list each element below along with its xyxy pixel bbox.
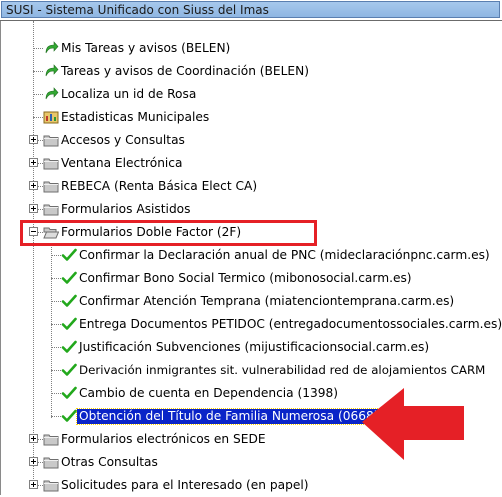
window-title: SUSI - Sistema Unificado con Siuss del I…	[6, 3, 269, 17]
tree-child-declaracion-pnc[interactable]: Confirmar la Declaración anual de PNC (m…	[51, 244, 492, 266]
tree-item-tareas-coordinacion[interactable]: Tareas y avisos de Coordinación (BELEN)	[33, 60, 311, 82]
tree-item-label: Justificación Subvenciones (mijustificac…	[79, 339, 430, 354]
tree-item-label: Estadisticas Municipales	[61, 109, 210, 124]
tree-connector	[51, 324, 61, 325]
green-check-icon	[61, 408, 77, 424]
tree-item-label: Otras Consultas	[61, 454, 158, 469]
expand-icon[interactable]	[29, 480, 38, 489]
tree-connector	[33, 117, 43, 118]
tree-connector	[51, 347, 61, 348]
tree-child-petidoc[interactable]: Entrega Documentos PETIDOC (entregadocum…	[51, 313, 502, 335]
tree-connector	[51, 278, 61, 279]
tree-item-mis-tareas[interactable]: Mis Tareas y avisos (BELEN)	[33, 37, 232, 59]
tree-child-familia-numerosa[interactable]: Obtención del Título de Familia Numerosa…	[51, 405, 382, 427]
green-check-icon	[61, 293, 77, 309]
tree-item-formularios-sede[interactable]: Formularios electrónicos en SEDE	[25, 428, 268, 450]
folder-icon	[43, 431, 59, 447]
tree-child-derivacion[interactable]: Derivación inmigrantes sit. vulnerabilid…	[51, 359, 487, 381]
tree-item-label: Derivación inmigrantes sit. vulnerabilid…	[79, 362, 486, 377]
tree-item-label: Cambio de cuenta en Dependencia (1398)	[79, 385, 339, 400]
folder-icon	[43, 132, 59, 148]
tree-item-label: REBECA (Renta Básica Elect CA)	[61, 178, 258, 193]
tree-connector	[33, 71, 43, 72]
tree-item-label: Entrega Documentos PETIDOC (entregadocum…	[79, 316, 502, 331]
tree-item-label: Tareas y avisos de Coordinación (BELEN)	[61, 63, 309, 78]
tree-item-solicitudes[interactable]: Solicitudes para el Interesado (en papel…	[25, 474, 310, 496]
tree-item-label: Formularios electrónicos en SEDE	[61, 431, 266, 446]
expand-icon[interactable]	[29, 434, 38, 443]
green-check-icon	[61, 385, 77, 401]
expand-icon[interactable]	[29, 135, 38, 144]
tree-item-label: Solicitudes para el Interesado (en papel…	[61, 477, 309, 492]
green-check-icon	[61, 339, 77, 355]
folder-icon	[43, 178, 59, 194]
green-arrow-icon	[43, 86, 59, 102]
green-check-icon	[61, 316, 77, 332]
tree-item-label: Localiza un id de Rosa	[61, 86, 197, 101]
tree-item-ventana[interactable]: Ventana Electrónica	[25, 152, 184, 174]
tree-connector	[51, 416, 61, 417]
tree-connector	[51, 370, 61, 371]
tree-item-accesos[interactable]: Accesos y Consultas	[25, 129, 187, 151]
titlebar-bg: SUSI - Sistema Unificado con Siuss del I…	[1, 1, 500, 18]
tree-connector	[51, 301, 61, 302]
tree-item-label: Formularios Asistidos	[61, 201, 191, 216]
folder-icon	[43, 155, 59, 171]
expand-icon[interactable]	[29, 457, 38, 466]
tree-item-label: Mis Tareas y avisos (BELEN)	[61, 40, 231, 55]
folder-icon	[43, 201, 59, 217]
expand-icon[interactable]	[29, 181, 38, 190]
red-arrow-icon	[362, 388, 464, 460]
tree-child-justificacion[interactable]: Justificación Subvenciones (mijustificac…	[51, 336, 431, 358]
tree-item-estadisticas[interactable]: Estadisticas Municipales	[33, 106, 211, 128]
tree-item-label: Confirmar la Declaración anual de PNC (m…	[79, 247, 490, 262]
green-arrow-icon	[43, 40, 59, 56]
tree-item-otras-consultas[interactable]: Otras Consultas	[25, 451, 160, 473]
folder-icon	[43, 454, 59, 470]
tree-connector	[51, 255, 61, 256]
tree-item-formularios-asistidos[interactable]: Formularios Asistidos	[25, 198, 193, 220]
tree-item-label: Confirmar Atención Temprana (miatenciont…	[79, 293, 455, 308]
expand-icon[interactable]	[29, 158, 38, 167]
green-arrow-icon	[43, 63, 59, 79]
report-icon	[43, 109, 59, 125]
tree-child-bono-social[interactable]: Confirmar Bono Social Termico (mibonosoc…	[51, 267, 414, 289]
tree-connector	[33, 94, 43, 95]
tree-item-label: Confirmar Bono Social Termico (mibonosoc…	[79, 270, 412, 285]
highlight-box	[20, 220, 317, 246]
expand-icon[interactable]	[29, 204, 38, 213]
tree-child-atencion-temprana[interactable]: Confirmar Atención Temprana (miatenciont…	[51, 290, 456, 312]
tree-child-cambio-cuenta[interactable]: Cambio de cuenta en Dependencia (1398)	[51, 382, 340, 404]
green-check-icon	[61, 270, 77, 286]
tree-connector	[33, 48, 43, 49]
tree-item-localiza-id[interactable]: Localiza un id de Rosa	[33, 83, 198, 105]
tree-item-rebeca[interactable]: REBECA (Renta Básica Elect CA)	[25, 175, 259, 197]
window-titlebar: SUSI - Sistema Unificado con Siuss del I…	[0, 0, 502, 21]
green-check-icon	[61, 362, 77, 378]
tree-item-label: Accesos y Consultas	[61, 132, 185, 147]
tree-connector	[51, 393, 61, 394]
selected-item-label: Obtención del Título de Familia Numerosa…	[76, 407, 382, 425]
tree-item-label: Ventana Electrónica	[61, 155, 183, 170]
green-check-icon	[61, 247, 77, 263]
folder-icon	[43, 477, 59, 493]
